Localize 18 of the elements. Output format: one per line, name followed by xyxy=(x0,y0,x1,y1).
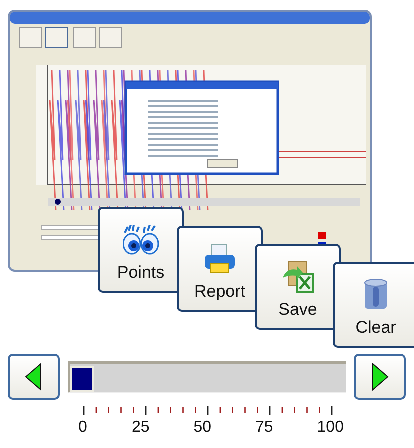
bin-button[interactable]: Clear xyxy=(333,262,414,348)
left-arrow-icon xyxy=(25,363,43,391)
export-button[interactable]: Save xyxy=(255,244,341,330)
export-icon xyxy=(281,260,315,294)
scale-label: 50 xyxy=(194,419,212,437)
printer-icon xyxy=(203,244,237,276)
slider-thumb[interactable] xyxy=(70,366,94,392)
scale-label: 25 xyxy=(132,419,150,437)
scale-label: 0 xyxy=(78,419,88,437)
scale-label: 100 xyxy=(317,419,344,437)
next-button[interactable] xyxy=(354,354,406,400)
printer-button[interactable]: Report xyxy=(177,226,263,312)
eyes-button[interactable]: Points xyxy=(98,207,184,293)
previous-button[interactable] xyxy=(8,354,60,400)
scale-label: 75 xyxy=(256,419,274,437)
right-arrow-icon xyxy=(371,363,389,391)
slider-track[interactable] xyxy=(68,361,346,393)
eyes-icon xyxy=(123,225,159,257)
